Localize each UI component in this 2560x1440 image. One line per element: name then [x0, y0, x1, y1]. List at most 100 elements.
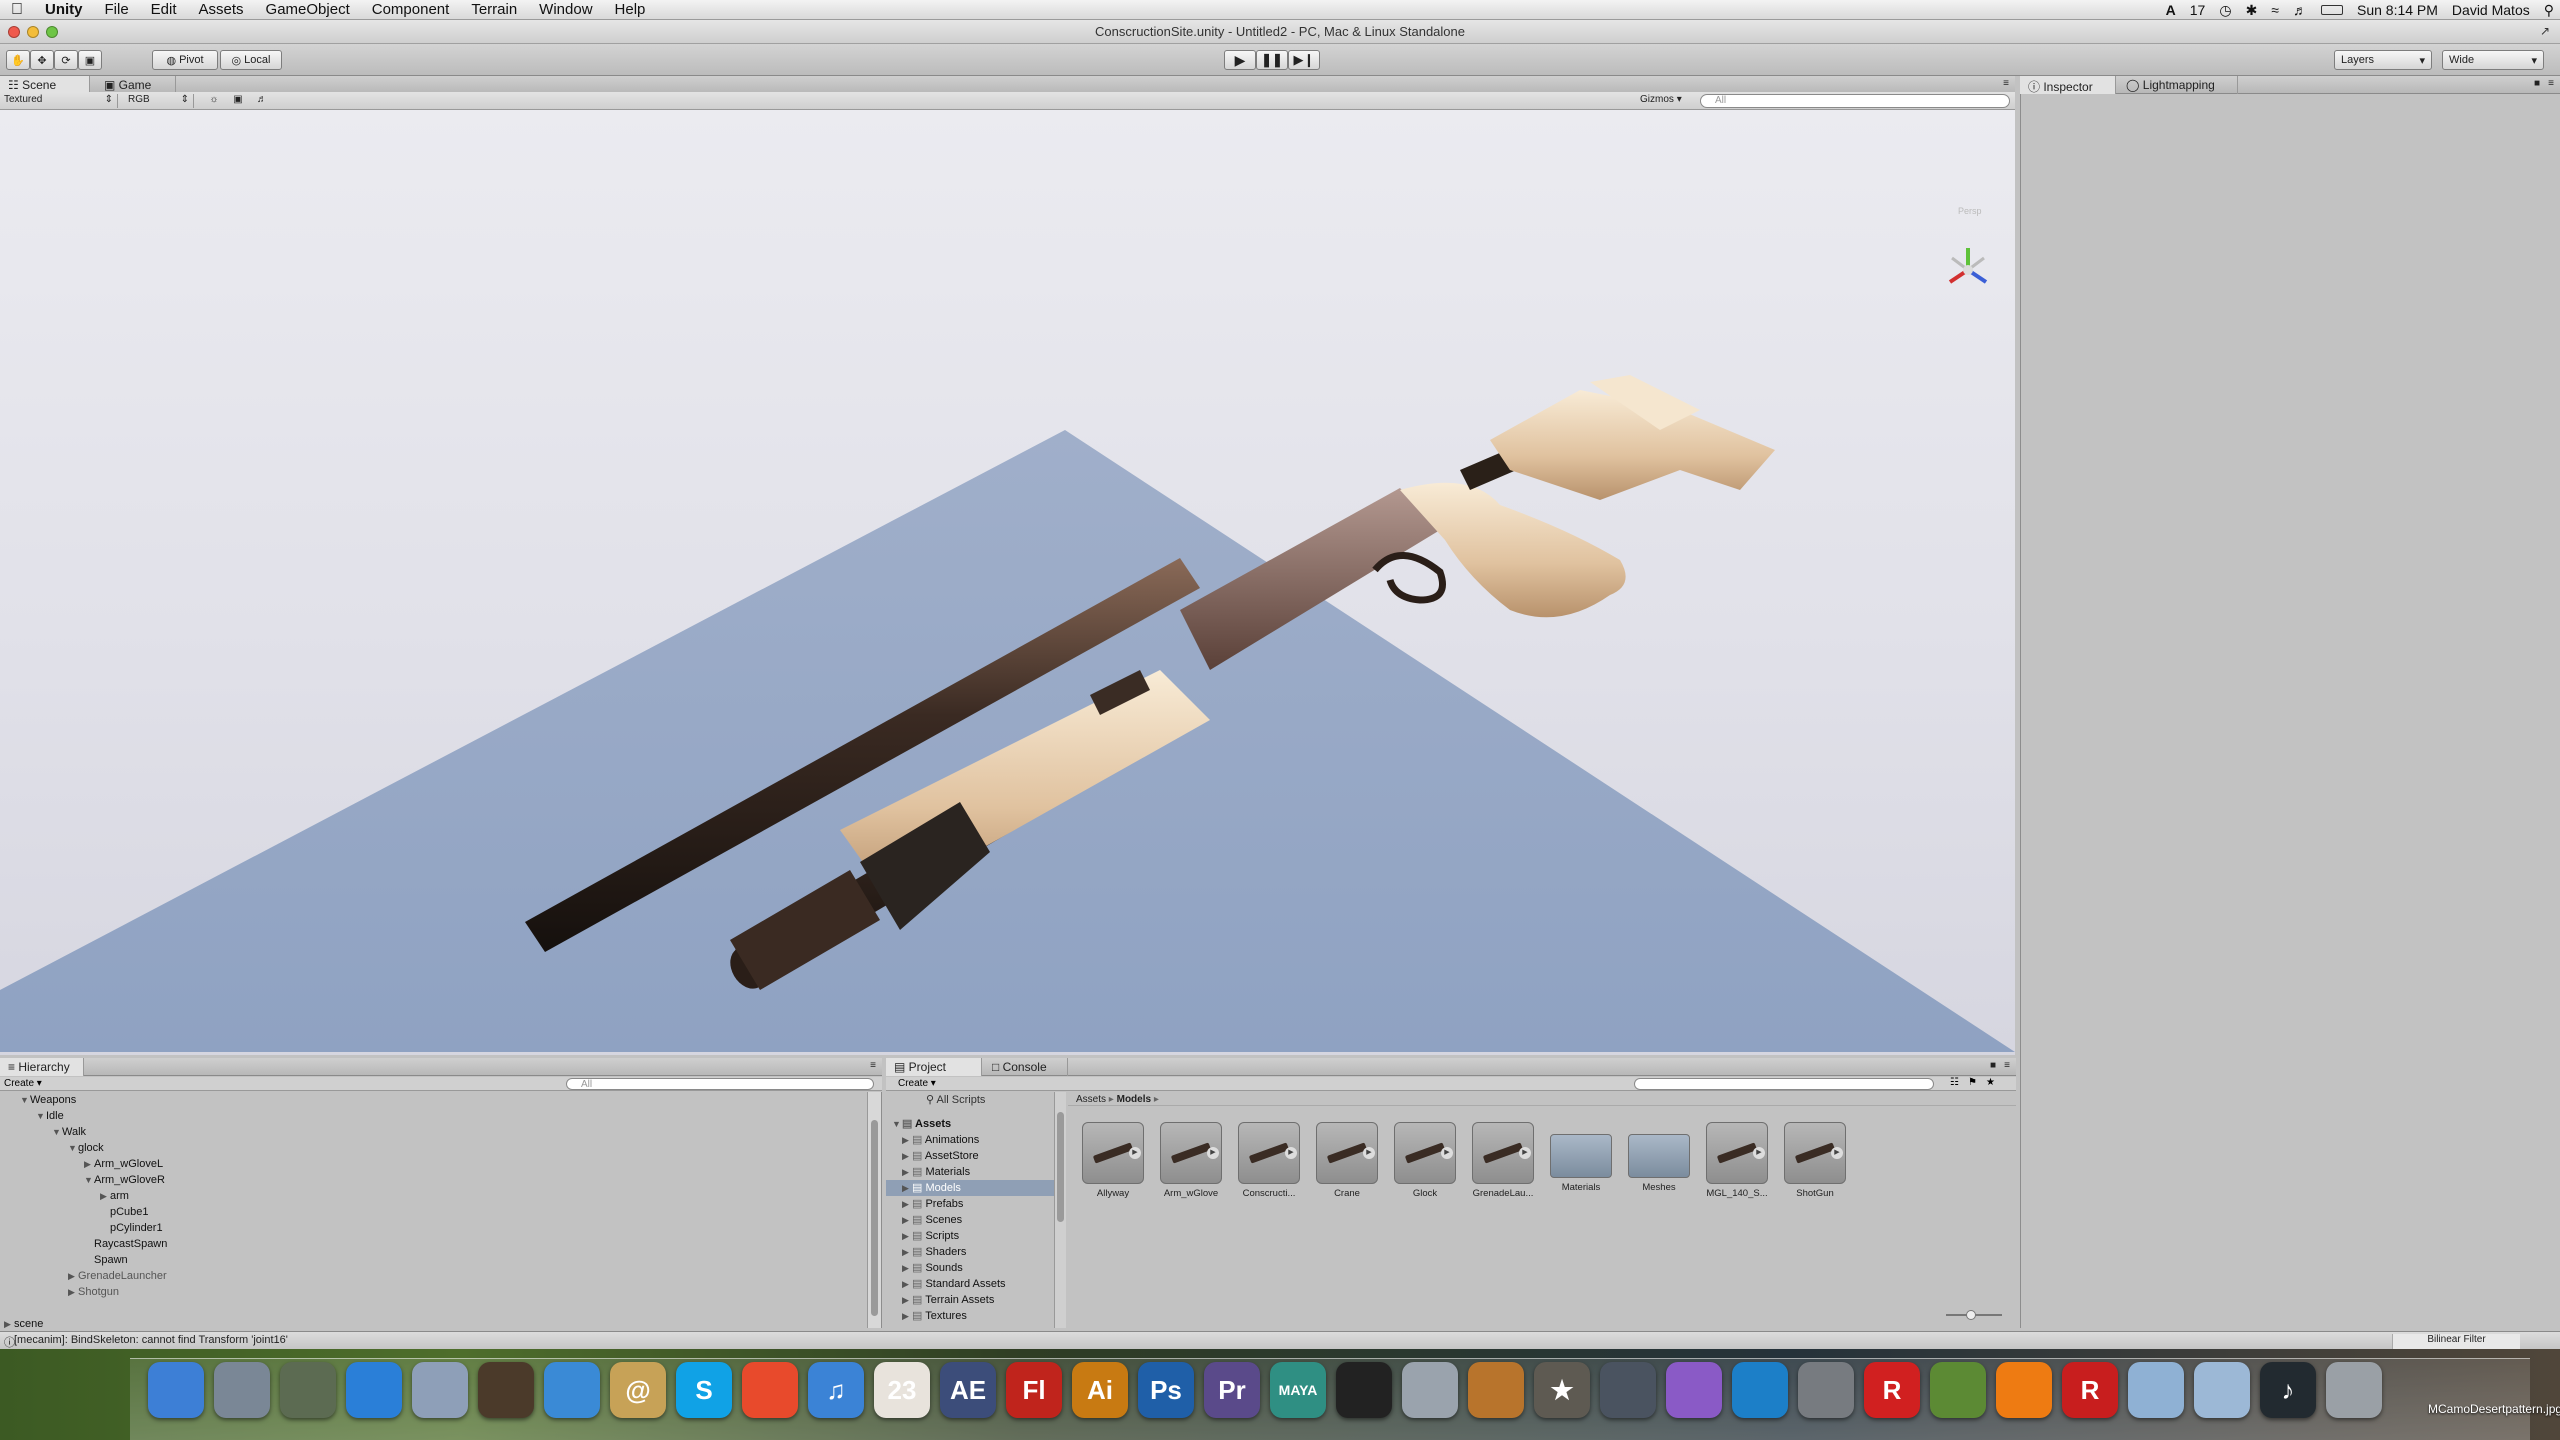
minecraft-icon[interactable] — [1930, 1362, 1986, 1418]
tab-console[interactable]: □ Console — [984, 1058, 1068, 1076]
scrollbar-thumb[interactable] — [1057, 1112, 1064, 1222]
slider-thumb[interactable] — [1966, 1310, 1976, 1320]
hierarchy-item[interactable]: ▶ scene — [0, 1316, 860, 1332]
layers-dropdown[interactable]: Layers ▾ — [2334, 50, 2432, 70]
expand-arrow-icon[interactable]: ▶ — [902, 1196, 912, 1212]
menu-assets[interactable]: Assets — [188, 1, 255, 18]
launchpad-icon[interactable] — [214, 1362, 270, 1418]
local-toggle[interactable]: ◎ Local — [220, 50, 282, 70]
move-tool-button[interactable]: ✥ — [30, 50, 54, 70]
project-folder-item[interactable]: ▶ ▤ Scripts — [886, 1228, 1054, 1244]
hierarchy-item[interactable]: ▶ Arm_wGloveL — [0, 1156, 860, 1172]
apple-icon[interactable]:  — [0, 1, 34, 19]
lock-icon[interactable]: ■ — [2534, 78, 2540, 89]
favorite-icon[interactable]: ★ — [1986, 1077, 1995, 1088]
hierarchy-create-button[interactable]: Create ▾ — [4, 1078, 42, 1089]
expand-asset-icon[interactable]: ▶ — [1207, 1147, 1219, 1159]
scrollbar-thumb[interactable] — [871, 1120, 878, 1316]
expand-arrow-icon[interactable]: ▶ — [68, 1268, 78, 1284]
asset-item[interactable]: Meshes — [1620, 1122, 1698, 1193]
project-folder-item[interactable]: ▶ ▤ Standard Assets — [886, 1276, 1054, 1292]
project-folder-item[interactable]: ▶ ▤ Scenes — [886, 1212, 1054, 1228]
panel-menu-icon[interactable]: ≡ — [2004, 1060, 2010, 1071]
scene-viewport[interactable]: Persp — [0, 110, 2015, 1055]
hierarchy-item[interactable]: ▼Arm_wGloveR — [0, 1172, 860, 1188]
spotlight-icon[interactable]: ⚲ — [2544, 2, 2554, 19]
expand-arrow-icon[interactable]: ▶ — [4, 1316, 14, 1332]
hierarchy-item[interactable]: ▶ arm — [0, 1188, 860, 1204]
calendar-icon[interactable]: 23 — [874, 1362, 930, 1418]
chrome-icon[interactable] — [742, 1362, 798, 1418]
project-folder-item[interactable]: ▶ ▤ Materials — [886, 1164, 1054, 1180]
illustrator-icon[interactable]: Ai — [1072, 1362, 1128, 1418]
hierarchy-item[interactable]: ▶ GrenadeLauncher — [0, 1268, 860, 1284]
expand-arrow-icon[interactable]: ▼ — [20, 1092, 30, 1108]
premiere-icon[interactable]: Pr — [1204, 1362, 1260, 1418]
expand-asset-icon[interactable]: ▶ — [1441, 1147, 1453, 1159]
hierarchy-item[interactable] — [0, 1300, 860, 1316]
expand-arrow-icon[interactable]: ▶ — [902, 1164, 912, 1180]
expand-arrow-icon[interactable]: ▼ — [892, 1116, 902, 1132]
tab-hierarchy[interactable]: ≡ Hierarchy — [0, 1058, 84, 1076]
asset-item[interactable]: ▶ Crane — [1308, 1122, 1386, 1199]
hand-tool-button[interactable]: ✋ — [6, 50, 30, 70]
hierarchy-item[interactable]: Spawn — [0, 1252, 860, 1268]
project-folder-item[interactable]: ▶ ▤ AssetStore — [886, 1148, 1054, 1164]
project-search-input[interactable] — [1634, 1078, 1934, 1090]
expand-asset-icon[interactable]: ▶ — [1519, 1147, 1531, 1159]
menu-window[interactable]: Window — [528, 1, 603, 18]
menu-terrain[interactable]: Terrain — [460, 1, 528, 18]
tab-inspector[interactable]: ⓘ Inspector — [2020, 76, 2116, 94]
console-message[interactable]: [mecanim]: BindSkeleton: cannot find Tra… — [14, 1334, 288, 1346]
documents-folder-icon[interactable] — [2194, 1362, 2250, 1418]
expand-arrow-icon[interactable]: ▶ — [902, 1148, 912, 1164]
lock-icon[interactable]: ■ — [1990, 1060, 1996, 1071]
hierarchy-scrollbar[interactable] — [867, 1092, 881, 1328]
panel-menu-icon[interactable]: ≡ — [2548, 78, 2554, 89]
adobe-icon[interactable]: A — [2166, 2, 2176, 18]
folder-tree-scrollbar[interactable] — [1054, 1092, 1066, 1328]
pause-button[interactable]: ❚❚ — [1256, 50, 1288, 70]
asset-item[interactable]: ▶ MGL_140_S... — [1698, 1122, 1776, 1199]
step-button[interactable]: ▶❙ — [1288, 50, 1320, 70]
project-folder-item[interactable]: ▶ ▤ Shaders — [886, 1244, 1054, 1260]
asset-item[interactable]: ▶ GrenadeLau... — [1464, 1122, 1542, 1199]
project-folder-item[interactable]: ▶ ▤ Prefabs — [886, 1196, 1054, 1212]
project-folder-item[interactable]: ▶ ▤ Terrain Assets — [886, 1292, 1054, 1308]
unity-icon[interactable] — [1336, 1362, 1392, 1418]
expand-arrow-icon[interactable]: ▶ — [902, 1292, 912, 1308]
orb-icon[interactable] — [1666, 1362, 1722, 1418]
hierarchy-item[interactable]: ▼Weapons — [0, 1092, 860, 1108]
menu-help[interactable]: Help — [604, 1, 657, 18]
user-name[interactable]: David Matos — [2452, 2, 2530, 18]
itunes-icon[interactable]: ♫ — [808, 1362, 864, 1418]
asset-item[interactable]: ▶ Allyway — [1074, 1122, 1152, 1199]
notification-count[interactable]: 17 — [2190, 2, 2206, 18]
volume-icon[interactable]: ♬ — [2293, 2, 2307, 18]
expand-arrow-icon[interactable]: ▼ — [68, 1140, 78, 1156]
imovie-icon[interactable]: ★ — [1534, 1362, 1590, 1418]
all-scripts-item[interactable]: ⚲ All Scripts — [886, 1092, 1054, 1108]
expand-asset-icon[interactable]: ▶ — [1129, 1147, 1141, 1159]
roblox-studio-icon[interactable]: R — [2062, 1362, 2118, 1418]
rotate-tool-button[interactable]: ⟳ — [54, 50, 78, 70]
pencil-icon[interactable] — [478, 1362, 534, 1418]
render-mode-dropdown[interactable]: RGB ⇕ — [128, 94, 194, 108]
expand-arrow-icon[interactable]: ▶ — [902, 1244, 912, 1260]
audio-toggle[interactable]: ♬ — [252, 94, 272, 108]
desktop-file-label[interactable]: MCamoDesertpattern.jpg — [2428, 1402, 2560, 1416]
project-create-button[interactable]: Create ▾ — [898, 1078, 936, 1089]
asset-item[interactable]: ▶ Conscructi... — [1230, 1122, 1308, 1199]
panel-menu-icon[interactable]: ≡ — [2003, 78, 2009, 89]
app-store-icon[interactable] — [346, 1362, 402, 1418]
breadcrumb-assets[interactable]: Assets — [1076, 1094, 1106, 1105]
photoshop-icon[interactable]: Ps — [1138, 1362, 1194, 1418]
skype-icon[interactable]: S — [676, 1362, 732, 1418]
hierarchy-item[interactable]: ▶ Shotgun — [0, 1284, 860, 1300]
layout-dropdown[interactable]: Wide ▾ — [2442, 50, 2544, 70]
pivot-toggle[interactable]: ◍ Pivot — [152, 50, 218, 70]
expand-asset-icon[interactable]: ▶ — [1285, 1147, 1297, 1159]
expand-arrow-icon[interactable]: ▶ — [902, 1276, 912, 1292]
preview-icon[interactable] — [412, 1362, 468, 1418]
expand-arrow-icon[interactable]: ▶ — [902, 1308, 912, 1324]
